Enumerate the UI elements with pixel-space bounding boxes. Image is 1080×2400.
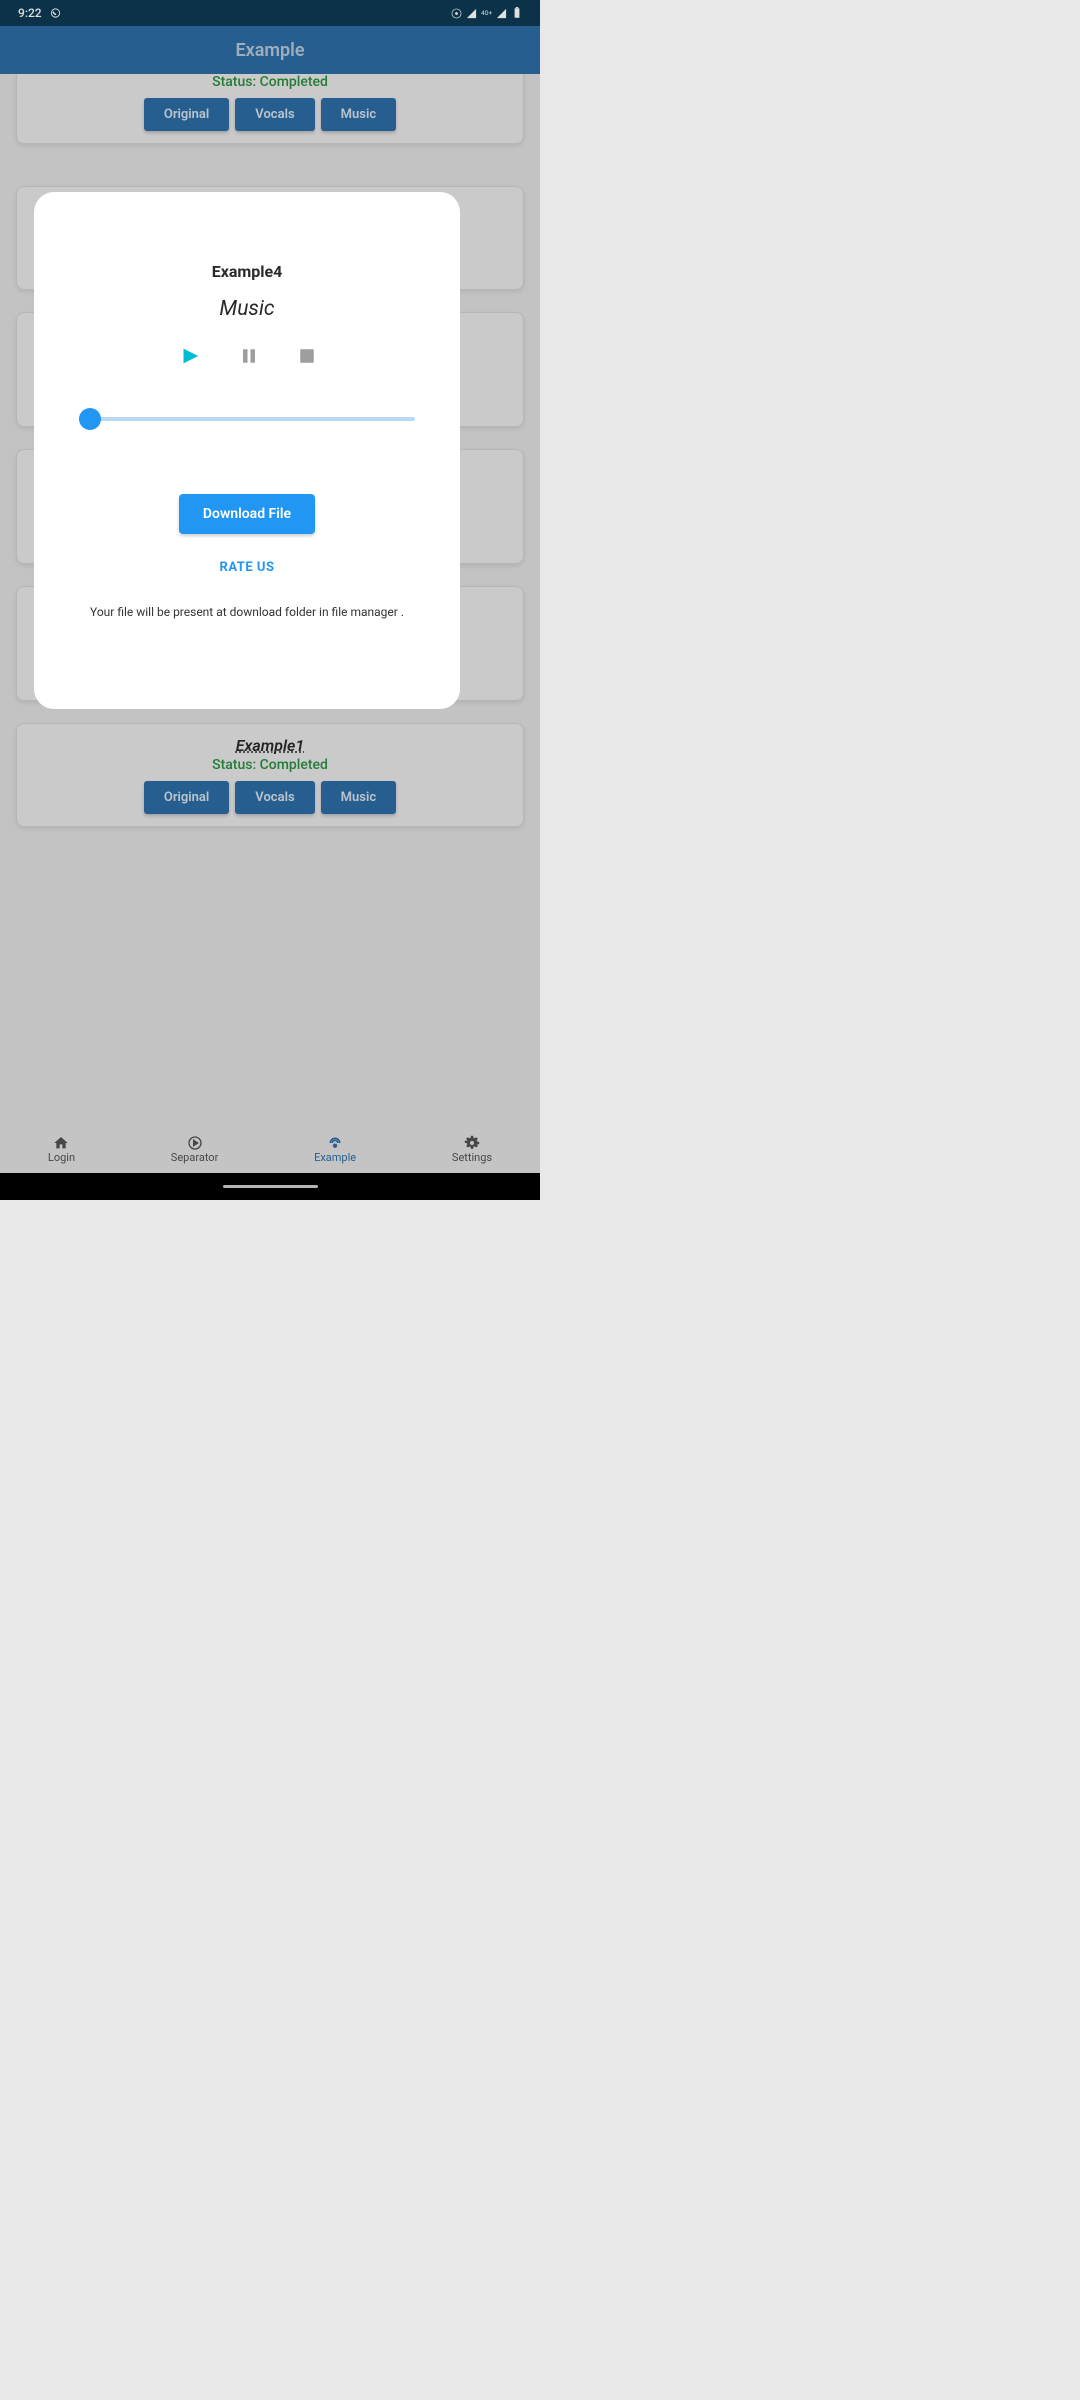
rate-us-link[interactable]: RATE US	[59, 560, 435, 575]
dialog-subtitle: Music	[59, 297, 435, 321]
modal-overlay[interactable]: Example4 Music Download File RATE US You…	[0, 0, 540, 1200]
download-button[interactable]: Download File	[179, 494, 315, 534]
play-icon[interactable]	[178, 345, 200, 367]
pause-icon[interactable]	[240, 347, 258, 365]
player-dialog: Example4 Music Download File RATE US You…	[34, 192, 460, 709]
player-controls	[59, 345, 435, 367]
dialog-title: Example4	[59, 262, 435, 281]
progress-slider[interactable]	[79, 409, 415, 429]
dialog-note: Your file will be present at download fo…	[59, 605, 435, 619]
slider-track	[79, 417, 415, 421]
stop-icon[interactable]	[298, 347, 316, 365]
slider-thumb[interactable]	[79, 408, 101, 430]
